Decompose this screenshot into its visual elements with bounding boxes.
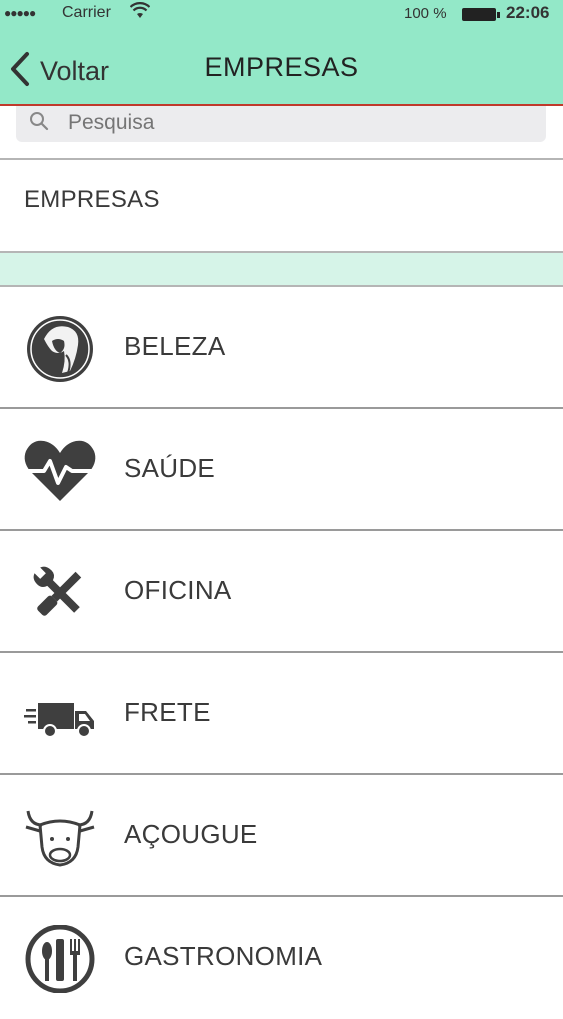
divider [0,407,563,409]
cow-head-icon [22,803,98,871]
category-row-saude[interactable]: SAÚDE [0,411,563,531]
wifi-icon [129,2,151,25]
section-heading: EMPRESAS [24,186,160,213]
divider [0,895,563,897]
category-row-oficina[interactable]: OFICINA [0,533,563,653]
category-row-acougue[interactable]: AÇOUGUE [0,777,563,897]
category-label: GASTRONOMIA [124,941,323,971]
divider [0,773,563,775]
signal-strength: ●●●●● [4,6,36,20]
navigation-bar: ●●●●● Carrier 100 % 22:06 Voltar EMPRESA… [0,0,563,106]
page-title: EMPRESAS [204,52,359,82]
category-row-gastronomia[interactable]: GASTRONOMIA [0,899,563,1019]
category-label: SAÚDE [124,453,216,483]
delivery-truck-icon [22,681,98,749]
divider [0,285,563,287]
search-bar[interactable] [16,106,546,142]
battery-icon [462,8,500,21]
category-label: AÇOUGUE [124,819,258,849]
cutlery-icon [22,924,98,994]
divider [0,158,563,160]
status-time: 22:06 [506,3,550,22]
status-bar: ●●●●● Carrier 100 % 22:06 [0,0,563,28]
heart-pulse-icon [22,437,98,505]
divider [0,651,563,653]
category-label: BELEZA [124,331,226,361]
category-row-beleza[interactable]: BELEZA [0,289,563,409]
category-row-frete[interactable]: FRETE [0,655,563,775]
beauty-portrait-icon [22,315,98,383]
category-label: OFICINA [124,575,232,605]
category-label: FRETE [124,697,211,727]
battery-percent: 100 % [404,5,447,22]
wrench-screwdriver-icon [22,559,98,627]
divider [0,529,563,531]
carrier-name: Carrier [62,4,111,21]
section-band [0,253,563,285]
search-input[interactable] [66,108,510,138]
